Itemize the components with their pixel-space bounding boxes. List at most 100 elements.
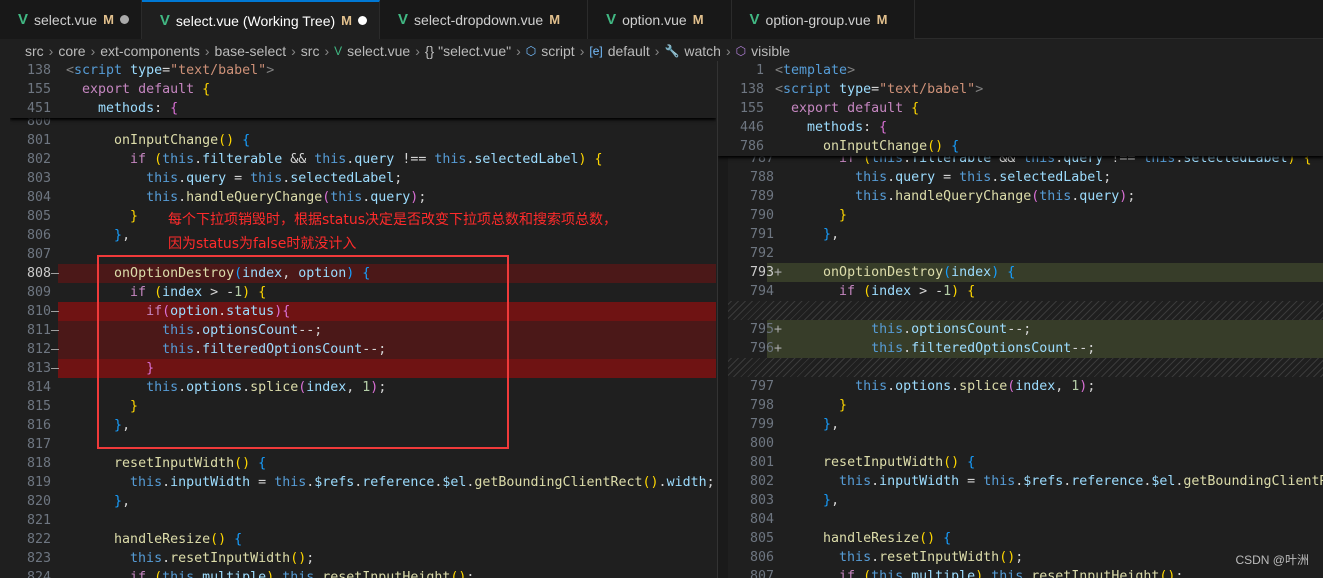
- code-line[interactable]: →793+ onOptionDestroy(index) {: [718, 263, 1323, 282]
- code-line[interactable]: 806 this.resetInputWidth();: [718, 548, 1323, 567]
- code-text: export default {: [66, 80, 210, 99]
- code-line[interactable]: [718, 358, 1323, 377]
- code-token: (): [210, 532, 227, 547]
- code-token: --;: [1071, 341, 1096, 356]
- tab-select-dropdown-vue[interactable]: Vselect-dropdown.vue M: [380, 0, 589, 39]
- code-line[interactable]: 798 }: [718, 396, 1323, 415]
- code-line[interactable]: 822 handleResize() {: [10, 530, 716, 549]
- code-line[interactable]: 791 },: [718, 225, 1323, 244]
- code-line[interactable]: 818 resetInputWidth() {: [10, 454, 716, 473]
- code-line[interactable]: 788 this.query = this.selectedLabel;: [718, 168, 1323, 187]
- code-line[interactable]: 797 this.options.splice(index, 1);: [718, 377, 1323, 396]
- code-line[interactable]: 804: [718, 510, 1323, 529]
- code-line[interactable]: 155 export default {: [718, 99, 1323, 118]
- code-line[interactable]: 804 this.handleQueryChange(this.query);: [10, 188, 716, 207]
- code-line[interactable]: 792: [718, 244, 1323, 263]
- code-line[interactable]: 138 <script type="text/babel">: [10, 61, 716, 80]
- breadcrumb-item[interactable]: default: [608, 43, 650, 59]
- code-text: },: [775, 225, 839, 244]
- code-token: template: [783, 63, 848, 78]
- line-number: 793: [749, 265, 774, 280]
- code-token: {: [234, 532, 243, 547]
- breadcrumb-item[interactable]: visible: [751, 43, 790, 59]
- code-token: (): [642, 475, 659, 490]
- tab-select-vue-working-tree-[interactable]: Vselect.vue (Working Tree) M: [141, 0, 381, 39]
- code-line[interactable]: 802 this.inputWidth = this.$refs.referen…: [718, 472, 1323, 491]
- code-token: resetInputHeight: [1031, 569, 1160, 578]
- code-line[interactable]: 1 <template>: [718, 61, 1323, 80]
- code-token: =: [959, 474, 984, 489]
- code-token: =: [226, 171, 251, 186]
- breadcrumb-item[interactable]: ext-components: [100, 43, 200, 59]
- code-token: resetInputWidth: [114, 456, 235, 471]
- diff-modified-pane[interactable]: 787 if (this.filterable && this.query !=…: [717, 61, 1323, 578]
- code-line[interactable]: 803 },: [718, 491, 1323, 510]
- code-line[interactable]: 799 },: [718, 415, 1323, 434]
- line-number: 800: [749, 436, 774, 451]
- code-line[interactable]: 807 if (this.multiple) this.resetInputHe…: [718, 567, 1323, 578]
- code-token: {: [911, 101, 920, 116]
- tab-select-vue[interactable]: Vselect.vue M: [0, 0, 142, 39]
- diff-marker: —: [51, 342, 60, 357]
- code-line[interactable]: 790 }: [718, 206, 1323, 225]
- code-line[interactable]: 824 if (this.multiple) this.resetInputHe…: [10, 568, 716, 578]
- code-line[interactable]: 800: [718, 434, 1323, 453]
- code-line[interactable]: 451 methods: {: [10, 99, 716, 118]
- breadcrumb-item[interactable]: src: [25, 43, 44, 59]
- code-text: onInputChange() {: [775, 137, 959, 156]
- tab-option-group-vue[interactable]: Voption-group.vue M: [731, 0, 916, 39]
- code-line[interactable]: [718, 301, 1323, 320]
- breadcrumb-item[interactable]: src: [301, 43, 320, 59]
- code-line[interactable]: 805 handleResize() {: [718, 529, 1323, 548]
- code-line[interactable]: 819 this.inputWidth = this.$refs.referen…: [10, 473, 716, 492]
- code-line[interactable]: 794 if (index > -1) {: [718, 282, 1323, 301]
- code-token: this: [871, 569, 904, 578]
- breadcrumb-item[interactable]: script: [541, 43, 574, 59]
- breadcrumb-item[interactable]: base-select: [215, 43, 287, 59]
- code-line[interactable]: 801 resetInputWidth() {: [718, 453, 1323, 472]
- breadcrumb-item[interactable]: core: [58, 43, 85, 59]
- unsaved-dot-icon[interactable]: [358, 16, 368, 25]
- code-token: splice: [959, 379, 1008, 394]
- code-token: this: [274, 475, 307, 490]
- code-token: this: [1039, 189, 1072, 204]
- code-text: if (this.multiple) this.resetInputHeight…: [66, 568, 474, 578]
- code-token: .: [887, 379, 896, 394]
- code-line[interactable]: 789 this.handleQueryChange(this.query);: [718, 187, 1323, 206]
- code-token: resetInputWidth: [879, 550, 1000, 565]
- line-number: 804: [749, 512, 774, 527]
- code-line[interactable]: →795+ this.optionsCount--;: [718, 320, 1323, 339]
- code-line[interactable]: 138 <script type="text/babel">: [718, 80, 1323, 99]
- unsaved-dot-icon[interactable]: [119, 15, 129, 24]
- code-token: ;: [1175, 569, 1184, 578]
- tab-option-vue[interactable]: Voption.vue M: [588, 0, 732, 39]
- code-text: }: [66, 207, 138, 226]
- breadcrumb-item[interactable]: watch: [684, 43, 721, 59]
- chevron-right-icon: ›: [324, 42, 330, 59]
- code-line[interactable]: 155 export default {: [10, 80, 716, 99]
- code-line[interactable]: 801 onInputChange() {: [10, 131, 716, 150]
- code-text: this.handleQueryChange(this.query);: [775, 187, 1135, 206]
- code-token: =: [871, 82, 880, 97]
- code-line[interactable]: 821: [10, 511, 716, 530]
- line-number: 796: [749, 341, 774, 356]
- code-line[interactable]: 802 if (this.filterable && this.query !=…: [10, 150, 716, 169]
- code-line[interactable]: 820 },: [10, 492, 716, 511]
- code-line[interactable]: 446 methods: {: [718, 118, 1323, 137]
- code-line[interactable]: 786 onInputChange() {: [718, 137, 1323, 156]
- breadcrumb-item[interactable]: select.vue: [347, 43, 410, 59]
- code-line[interactable]: 803 this.query = this.selectedLabel;: [10, 169, 716, 188]
- line-number: 813: [26, 361, 51, 376]
- wrench-icon: 🔧: [664, 43, 680, 58]
- code-token: }: [114, 228, 123, 243]
- code-line[interactable]: 796 + this.filteredOptionsCount--;: [718, 339, 1323, 358]
- breadcrumb-item[interactable]: {} "select.vue": [425, 43, 511, 59]
- code-text: onInputChange() {: [66, 131, 250, 150]
- code-line[interactable]: 823 this.resetInputWidth();: [10, 549, 716, 568]
- code-text: resetInputWidth() {: [775, 453, 975, 472]
